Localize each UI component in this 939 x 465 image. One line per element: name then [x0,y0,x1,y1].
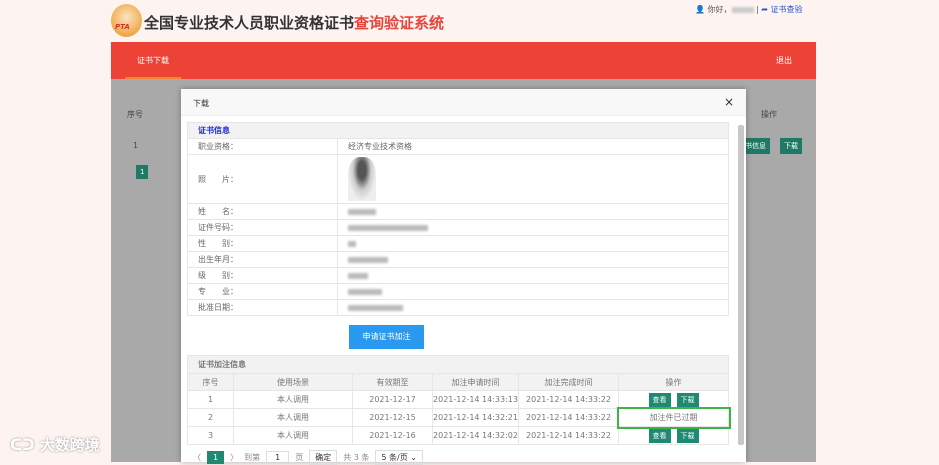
col-header: 加注完成时间 [518,373,619,391]
cell: 2021-12-16 [352,426,433,445]
goto-label: 到第 [244,453,261,462]
share-icon: ➦ [761,5,768,14]
download-button[interactable]: 下载 [676,392,699,407]
scrollbar[interactable] [738,125,744,445]
field-label: 姓 名： [187,203,338,220]
user-icon: 👤 [695,5,705,14]
pta-logo: PTA [111,4,142,37]
download-button[interactable]: 下载 [676,428,699,443]
cell: 1 [187,390,234,409]
page-1[interactable]: 1 [136,165,149,179]
close-icon[interactable]: × [724,95,734,109]
blurred-value [348,208,376,215]
field-label: 出生年月： [187,251,338,268]
cert-info-table: 证书信息 职业资格： 经济专业技术资格 照 片： 姓 名： 证件号码： 性 别： … [187,122,729,316]
next-page[interactable]: 〉 [230,452,238,463]
download-button[interactable]: 下载 [780,138,802,154]
user-bar: 👤 你好， | ➦ 证书查验 [695,5,803,14]
cert-check-link[interactable]: ➦ 证书查验 [761,5,802,14]
download-modal: 下载 × 证书信息 职业资格： 经济专业技术资格 照 片： 姓 名： 证件号码： 性… [181,89,746,465]
page-input[interactable]: 1 [266,451,290,464]
page-size-select[interactable]: 5 条/页 ⌄ [375,450,423,465]
blurred-value [348,224,428,231]
field-label: 批准日期： [187,299,338,316]
table-row: 1 本人调用 2021-12-17 2021-12-14 14:33:13 2021-1… [187,390,729,409]
table-row: 3 本人调用 2021-12-16 2021-12-14 14:32:02 2021-1… [187,426,729,445]
tab-cert-download[interactable]: 证书下载 [125,42,181,79]
cell: 3 [187,426,234,445]
view-button[interactable]: 查看 [648,428,671,443]
photo [348,157,376,201]
cell: 本人调用 [233,390,353,409]
cell: 2021-12-14 14:33:22 [518,408,619,427]
total-count: 共 3 条 [343,453,370,462]
page-1[interactable]: 1 [207,451,225,464]
field-label: 级 别： [187,267,338,284]
col-header: 序号 [187,373,234,391]
field-label: 照 片： [187,154,338,204]
field-label: 性 别： [187,235,338,252]
cert-section-title: 证书信息 [187,122,729,139]
blurred-value [348,288,382,295]
pagination: 〈 1 〉 到第 1 页 确定 共 3 条 5 条/页 ⌄ [193,450,423,465]
field-label: 专 业： [187,283,338,300]
cell: 本人调用 [233,426,353,445]
col-index: 序号 [127,110,143,119]
field-label: 证件号码： [187,219,338,236]
cell: 2021-12-17 [352,390,433,409]
blurred-value [348,256,388,263]
page-title: 全国专业技术人员职业资格证书查询验证系统 [144,14,445,32]
apply-annotation-button[interactable]: 申请证书加注 [349,325,424,349]
col-header: 有效期至 [352,373,433,391]
cell: 2021-12-14 14:33:22 [518,390,619,409]
page-unit: 页 [295,453,304,462]
table-row: 2 本人调用 2021-12-15 2021-12-14 14:32:21 2021-1… [187,406,731,429]
cell: 2021-12-14 14:33:22 [518,426,619,445]
watermark: ᑕᑐ 大数跨境 [10,436,100,454]
cell: 2 [187,408,234,427]
cell: 2021-12-14 14:33:13 [432,390,519,409]
logout-link[interactable]: 退出 [776,42,792,79]
col-header: 使用场景 [233,373,353,391]
annotation-table: 证书加注信息 序号 使用场景 有效期至 加注申请时间 加注完成时间 操作 1 本人… [187,355,731,445]
cell: 2021-12-14 14:32:21 [432,408,519,427]
cell: 本人调用 [233,408,353,427]
col-header: 操作 [618,373,729,391]
cell: 2021-12-14 14:32:02 [432,426,519,445]
field-label: 职业资格： [187,138,338,155]
col-action: 操作 [761,110,777,119]
blurred-value [348,272,368,279]
view-button[interactable]: 查看 [648,392,671,407]
blurred-value [348,240,356,247]
confirm-button[interactable]: 确定 [309,450,338,465]
col-header: 加注申请时间 [432,373,519,391]
annotation-section-title: 证书加注信息 [187,355,729,374]
cell: 2021-12-15 [352,408,433,427]
field-value: 经济专业技术资格 [337,138,729,155]
prev-page[interactable]: 〈 [193,452,201,463]
blurred-value [348,304,403,311]
top-nav: 证书下载 退出 [111,42,816,79]
modal-title: 下载 [193,99,209,108]
row-index: 1 [133,141,139,150]
username-blurred [731,6,754,13]
expired-status: 加注件已过期 [616,406,731,429]
